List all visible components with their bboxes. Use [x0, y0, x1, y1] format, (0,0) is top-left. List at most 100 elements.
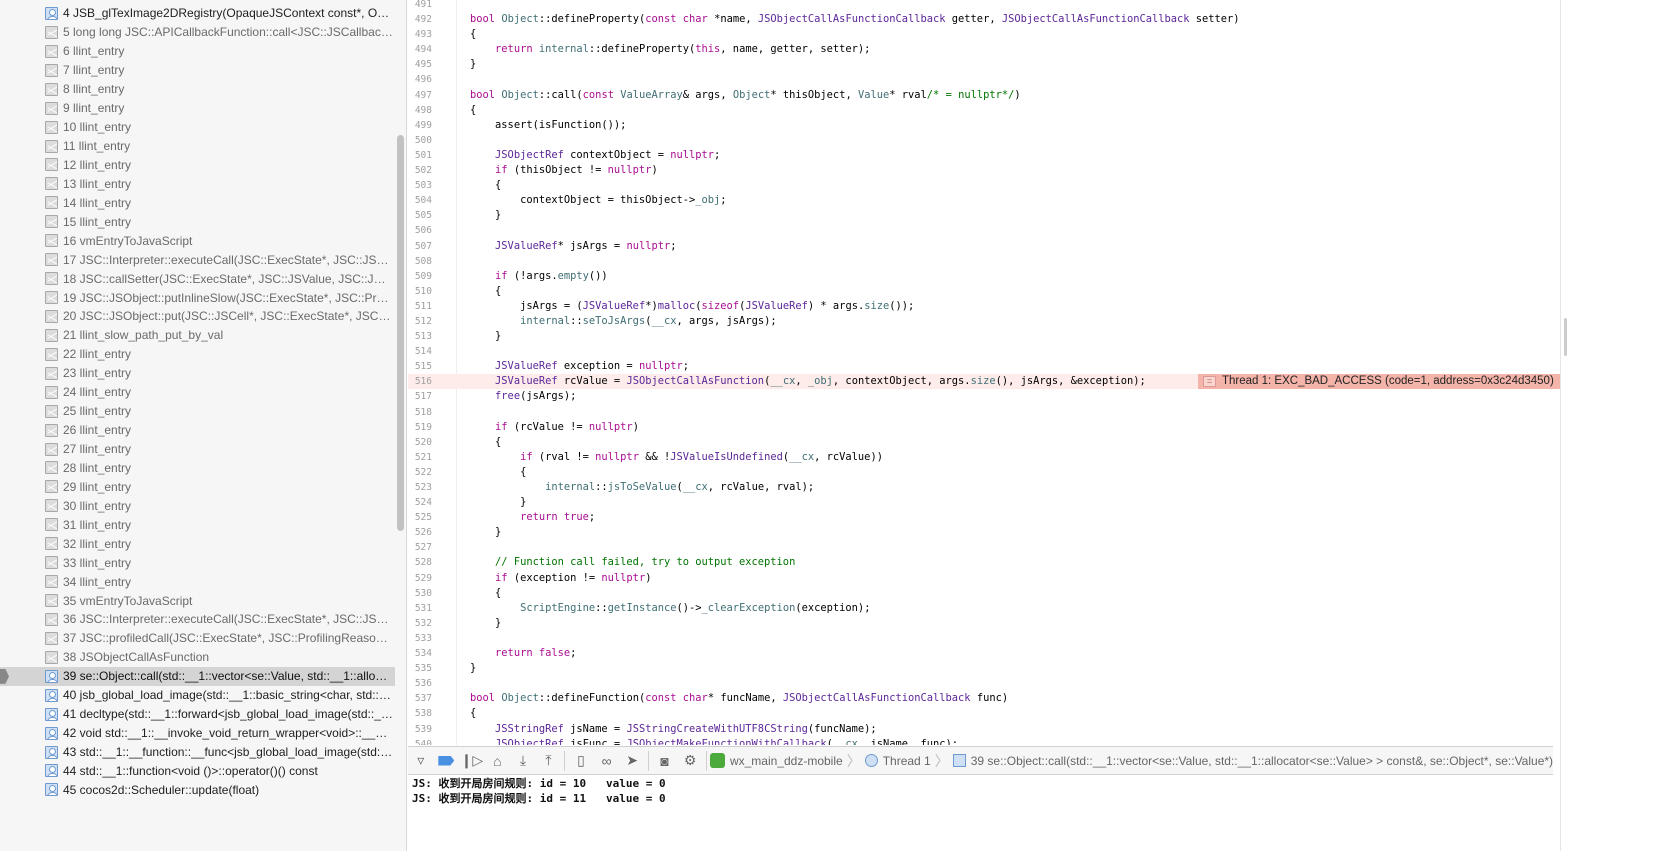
stack-frame-row[interactable]: 14 llint_entry — [0, 193, 395, 212]
line-number[interactable]: 496 — [408, 72, 432, 87]
stack-frame-row[interactable]: 8 llint_entry — [0, 80, 395, 99]
line-number[interactable]: 494 — [408, 42, 432, 57]
stack-frame-row[interactable]: 39 se::Object::call(std::__1::vector<se:… — [0, 666, 395, 686]
stack-frame-row[interactable]: 36 JSC::Interpreter::executeCall(JSC::Ex… — [0, 610, 395, 629]
stack-frame-row[interactable]: 45 cocos2d::Scheduler::update(float) — [0, 780, 395, 799]
line-number[interactable]: 533 — [408, 631, 432, 646]
gear-icon[interactable]: ⚙ — [677, 750, 703, 772]
line-number[interactable]: 515 — [408, 359, 432, 374]
stack-frame-row[interactable]: 32 llint_entry — [0, 534, 395, 553]
stack-frame-row[interactable]: 22 llint_entry — [0, 345, 395, 364]
line-number[interactable]: 523 — [408, 480, 432, 495]
stack-frame-row[interactable]: 21 llint_slow_path_put_by_val — [0, 326, 395, 345]
line-number[interactable]: 510 — [408, 284, 432, 299]
line-number[interactable]: 503 — [408, 178, 432, 193]
line-number[interactable]: 509 — [408, 269, 432, 284]
source-editor[interactable]: 491 492 bool Object::defineProperty(const… — [408, 0, 1560, 745]
line-number[interactable]: 500 — [408, 133, 432, 148]
stack-frame-row[interactable]: 35 vmEntryToJavaScript — [0, 591, 395, 610]
step-over-icon[interactable]: ⌂ — [485, 750, 511, 772]
line-number[interactable]: 520 — [408, 435, 432, 450]
stack-frame-row[interactable]: 38 JSObjectCallAsFunction — [0, 648, 395, 667]
stack-frame-row[interactable]: 34 llint_entry — [0, 572, 395, 591]
line-number[interactable]: 493 — [408, 27, 432, 42]
line-number[interactable]: 539 — [408, 722, 432, 737]
line-number[interactable]: 506 — [408, 223, 432, 238]
hide-debug-area-icon[interactable]: ▿ — [408, 750, 434, 772]
stack-frame-row[interactable]: 29 llint_entry — [0, 477, 395, 496]
line-number[interactable]: 537 — [408, 691, 432, 706]
stack-frame-row[interactable]: 31 llint_entry — [0, 515, 395, 534]
line-number[interactable]: 534 — [408, 646, 432, 661]
stack-frame-row[interactable]: 19 JSC::JSObject::putInlineSlow(JSC::Exe… — [0, 288, 395, 307]
line-number[interactable]: 507 — [408, 239, 432, 254]
line-number[interactable]: 525 — [408, 510, 432, 525]
console-output[interactable]: JS: 收到开局房间规则: id = 10 value = 0 JS: 收到开局… — [408, 776, 1553, 851]
line-number[interactable]: 524 — [408, 495, 432, 510]
line-number[interactable]: 502 — [408, 163, 432, 178]
stack-frame-row[interactable]: 24 llint_entry — [0, 383, 395, 402]
stack-frame-row[interactable]: 43 std::__1::__function::__func<jsb_glob… — [0, 743, 395, 762]
sidebar-scrollbar[interactable] — [397, 135, 404, 531]
line-number[interactable]: 516 — [408, 374, 432, 389]
line-number[interactable]: 521 — [408, 450, 432, 465]
line-number[interactable]: 527 — [408, 540, 432, 555]
step-into-icon[interactable]: ⤓ — [510, 750, 536, 772]
line-number[interactable]: 518 — [408, 405, 432, 420]
simulate-location-icon[interactable]: ➤ — [619, 750, 645, 772]
stack-frame-row[interactable]: 4 JSB_glTexImage2DRegistry(OpaqueJSConte… — [0, 4, 395, 23]
line-number[interactable]: 536 — [408, 676, 432, 691]
line-number[interactable]: 535 — [408, 661, 432, 676]
stack-frame-row[interactable]: 25 llint_entry — [0, 402, 395, 421]
line-number[interactable]: 526 — [408, 525, 432, 540]
line-number[interactable]: 540 — [408, 737, 432, 745]
error-annotation[interactable]: = Thread 1: EXC_BAD_ACCESS (code=1, addre… — [1198, 374, 1560, 390]
breakpoints-toggle-icon[interactable] — [434, 750, 460, 772]
line-number[interactable]: 497 — [408, 88, 432, 103]
stack-frame-row[interactable]: 12 llint_entry — [0, 156, 395, 175]
stack-frame-row[interactable]: 9 llint_entry — [0, 99, 395, 118]
line-number[interactable]: 511 — [408, 299, 432, 314]
memory-graph-icon[interactable]: ∞ — [594, 750, 620, 772]
stack-frame-row[interactable]: 37 JSC::profiledCall(JSC::ExecState*, JS… — [0, 629, 395, 648]
line-number[interactable]: 504 — [408, 193, 432, 208]
breadcrumb-target[interactable]: wx_main_ddz-mobile — [730, 754, 843, 768]
stack-frame-row[interactable]: 6 llint_entry — [0, 42, 395, 61]
stack-frame-row[interactable]: 33 llint_entry — [0, 553, 395, 572]
stack-frame-row[interactable]: 18 JSC::callSetter(JSC::ExecState*, JSC:… — [0, 269, 395, 288]
line-number[interactable]: 519 — [408, 420, 432, 435]
stack-frame-row[interactable]: 10 llint_entry — [0, 118, 395, 137]
stack-frame-row[interactable]: 7 llint_entry — [0, 61, 395, 80]
line-number[interactable]: 492 — [408, 12, 432, 27]
line-number[interactable]: 538 — [408, 706, 432, 721]
breadcrumb-frame[interactable]: 39 se::Object::call(std::__1::vector<se:… — [971, 754, 1553, 768]
line-number[interactable]: 501 — [408, 148, 432, 163]
stack-frame-row[interactable]: 42 void std::__1::__invoke_void_return_w… — [0, 724, 395, 743]
editor-scrollbar[interactable] — [1560, 0, 1653, 851]
line-number[interactable]: 531 — [408, 601, 432, 616]
line-number[interactable]: 495 — [408, 57, 432, 72]
stack-frame-row[interactable]: 5 long long JSC::APICallbackFunction::ca… — [0, 23, 395, 42]
line-number[interactable]: 498 — [408, 103, 432, 118]
continue-icon[interactable]: ❙▷ — [459, 750, 485, 772]
line-number[interactable]: 508 — [408, 254, 432, 269]
line-number[interactable]: 528 — [408, 555, 432, 570]
view-hierarchy-icon[interactable]: ▯ — [568, 750, 594, 772]
line-number[interactable]: 517 — [408, 389, 432, 404]
line-number[interactable]: 522 — [408, 465, 432, 480]
line-number[interactable]: 513 — [408, 329, 432, 344]
stack-frame-row[interactable]: 17 JSC::Interpreter::executeCall(JSC::Ex… — [0, 250, 395, 269]
stack-frame-row[interactable]: 41 decltype(std::__1::forward<jsb_global… — [0, 705, 395, 724]
breadcrumb-thread[interactable]: Thread 1 — [883, 754, 931, 768]
line-number[interactable]: 505 — [408, 208, 432, 223]
stack-frame-row[interactable]: 44 std::__1::function<void ()>::operator… — [0, 762, 395, 781]
stack-frame-row[interactable]: 11 llint_entry — [0, 137, 395, 156]
stack-frame-row[interactable]: 30 llint_entry — [0, 496, 395, 515]
line-number[interactable]: 529 — [408, 571, 432, 586]
stack-frame-row[interactable]: 23 llint_entry — [0, 364, 395, 383]
stack-frame-row[interactable]: 15 llint_entry — [0, 212, 395, 231]
camera-icon[interactable]: ◙ — [652, 750, 678, 772]
error-menu-icon[interactable]: = — [1203, 376, 1216, 388]
line-number[interactable]: 491 — [408, 0, 432, 12]
stack-frame-row[interactable]: 28 llint_entry — [0, 459, 395, 478]
